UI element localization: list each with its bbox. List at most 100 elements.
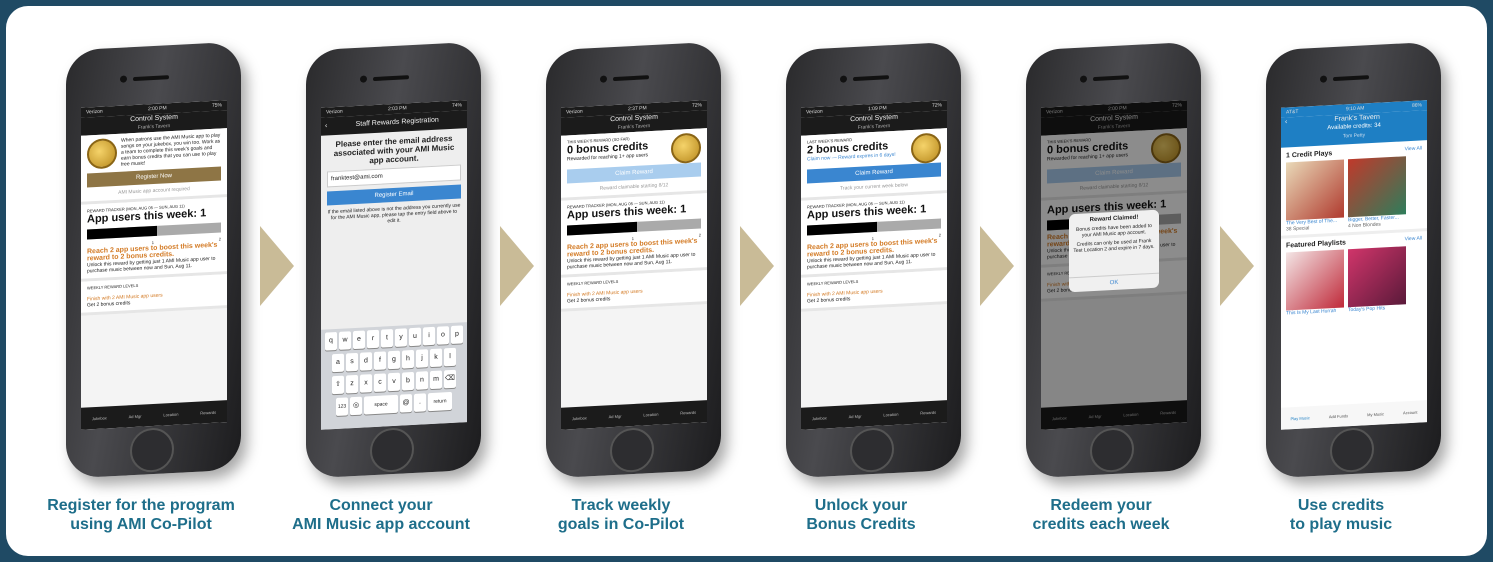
tab-play-music[interactable]: Play Music	[1290, 415, 1309, 421]
key[interactable]: p	[451, 325, 463, 344]
tab-rewards[interactable]: Rewards	[200, 409, 216, 415]
tab-jukebox[interactable]: Jukebox	[92, 415, 107, 421]
levels-section: WEEKLY REWARD LEVELS Finish with 2 AMI M…	[81, 274, 227, 316]
tab-ad-mgr[interactable]: Ad Mgr	[849, 413, 862, 419]
back-icon[interactable]: ‹	[325, 117, 327, 135]
tab-my-music[interactable]: My Music	[1367, 411, 1384, 417]
key[interactable]: c	[374, 373, 386, 393]
tab-location[interactable]: Location	[883, 411, 898, 417]
playlist-card[interactable]: This Is My Last Hurrah	[1286, 249, 1344, 317]
levels-title: WEEKLY REWARD LEVELS	[807, 278, 859, 287]
step-track: Verizon 2:37 PM 72% Control System Frank's …	[506, 6, 736, 556]
key[interactable]: i	[423, 326, 435, 346]
key[interactable]: r	[367, 329, 379, 349]
carrier: Verizon	[86, 108, 103, 116]
tab-bar: Jukebox Ad Mgr Location Rewards	[561, 400, 707, 430]
tab-jukebox[interactable]: Jukebox	[572, 415, 587, 421]
tab-location[interactable]: Location	[163, 411, 178, 417]
album-art	[1286, 159, 1344, 221]
key[interactable]: s	[346, 352, 358, 372]
album-art	[1348, 156, 1406, 218]
tab-ad-mgr[interactable]: Ad Mgr	[129, 413, 142, 419]
key[interactable]: q	[325, 331, 337, 351]
return-key[interactable]: return	[428, 391, 452, 412]
claim-reward-button[interactable]: Claim Reward	[807, 162, 941, 184]
carrier: Verizon	[326, 108, 343, 116]
shift-icon[interactable]: ⇧	[332, 375, 344, 395]
tick-2: 2	[218, 236, 221, 242]
home-button	[1330, 426, 1374, 474]
home-button	[130, 426, 174, 474]
key[interactable]: l	[444, 347, 456, 367]
album-card[interactable]: The Very Best of The... 38 Special	[1286, 159, 1344, 233]
speaker	[373, 75, 409, 82]
backspace-icon[interactable]: ⌫	[444, 369, 456, 389]
caption-line2: to play music	[1289, 516, 1393, 533]
key[interactable]: t	[381, 329, 393, 348]
battery: 72%	[691, 102, 702, 109]
phone: Verizon 2:00 PM 72% Control System Frank's …	[1026, 41, 1201, 479]
album-card[interactable]: Bigger, Better, Faster... 4 Non Blondes	[1348, 156, 1406, 229]
tab-rewards[interactable]: Rewards	[920, 409, 936, 415]
key[interactable]: u	[409, 327, 421, 347]
key[interactable]: z	[346, 374, 358, 394]
key[interactable]: k	[430, 348, 442, 368]
at-key[interactable]: @	[400, 394, 412, 413]
view-all-link[interactable]: View All	[1405, 235, 1422, 243]
key[interactable]: v	[388, 372, 400, 392]
register-now-button[interactable]: Register Now	[87, 166, 221, 188]
step-play: AT&T 9:10 AM 86% ‹ Frank's Tavern Available…	[1226, 6, 1456, 556]
dot-key[interactable]: .	[414, 393, 426, 412]
key[interactable]: e	[353, 330, 365, 350]
key[interactable]: b	[402, 371, 414, 391]
tab-rewards[interactable]: Rewards	[680, 409, 696, 415]
register-email-button[interactable]: Register Email	[327, 184, 461, 206]
tab-jukebox[interactable]: Jukebox	[812, 415, 827, 421]
step-redeem: Verizon 2:00 PM 72% Control System Frank's …	[986, 6, 1216, 556]
numbers-key[interactable]: 123	[336, 397, 348, 417]
tab-ad-mgr[interactable]: Ad Mgr	[609, 413, 622, 419]
space-key[interactable]: space	[364, 394, 398, 415]
key[interactable]: y	[395, 328, 407, 347]
view-all-link[interactable]: View All	[1405, 145, 1422, 153]
speaker	[133, 75, 169, 82]
tracker-section: REWARD TRACKER (MON, AUG 05 — SUN, AUG 1…	[561, 193, 707, 278]
tab-location[interactable]: Location	[643, 411, 658, 417]
screen-unlock: Verizon 1:09 PM 72% Control System Frank's …	[801, 100, 947, 430]
globe-icon[interactable]: ◎	[350, 396, 362, 416]
back-icon[interactable]: ‹	[1285, 117, 1287, 126]
email-field[interactable]: franktest@ami.com	[327, 164, 461, 188]
nav-title: Staff Rewards Registration	[355, 116, 439, 128]
reward-section: THIS WEEK'S REWARD (SO FAR) 0 bonus cred…	[561, 128, 707, 201]
key[interactable]: x	[360, 374, 372, 393]
key[interactable]: f	[374, 351, 386, 371]
caption-line2: Bonus Credits	[806, 516, 916, 533]
speaker	[1333, 75, 1369, 82]
home-button	[610, 426, 654, 474]
key[interactable]: j	[416, 349, 428, 368]
key[interactable]: w	[339, 331, 351, 350]
caption-line2: AMI Music app account	[292, 516, 470, 533]
key[interactable]: g	[388, 350, 400, 370]
playlist-card[interactable]: Today's Pop Hits	[1348, 246, 1406, 313]
clock: 2:00 PM	[148, 105, 167, 113]
key[interactable]: a	[332, 353, 344, 373]
key[interactable]: m	[430, 370, 442, 390]
key[interactable]: d	[360, 352, 372, 371]
home-button	[370, 426, 414, 474]
key[interactable]: n	[416, 371, 428, 390]
key[interactable]: h	[402, 349, 414, 369]
claim-reward-button[interactable]: Claim Reward	[567, 162, 701, 184]
credit-plays-row: The Very Best of The... 38 Special Bigger…	[1281, 152, 1427, 236]
caption-line1: Redeem your	[1050, 497, 1152, 514]
battery: 75%	[211, 102, 222, 109]
tracker-section: REWARD TRACKER (MON, AUG 05 — SUN, AUG 1…	[801, 193, 947, 278]
home-button	[1090, 426, 1134, 474]
playlist-art	[1348, 246, 1406, 308]
tab-account[interactable]: Account	[1403, 409, 1417, 415]
key[interactable]: o	[437, 326, 449, 345]
infographic-frame: Verizon 2:00 PM 75% Control System Frank's …	[6, 6, 1487, 556]
tab-add-funds[interactable]: Add Funds	[1329, 413, 1348, 419]
step-connect: Verizon 2:03 PM 74% ‹ Staff Rewards Registr…	[266, 6, 496, 556]
caption-track: Track weekly goals in Co-Pilot	[506, 496, 736, 534]
